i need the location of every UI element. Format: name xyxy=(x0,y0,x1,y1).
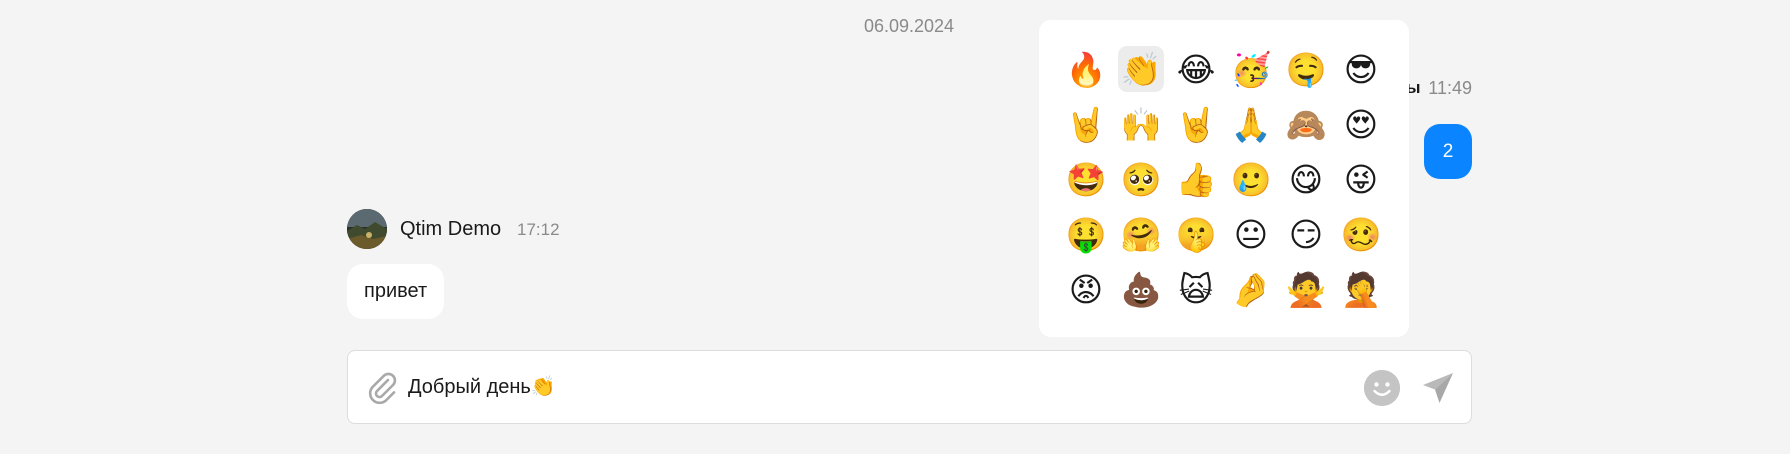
emoji-option[interactable]: 🤘 xyxy=(1063,101,1109,147)
message-author-name[interactable]: Qtim Demo xyxy=(400,218,501,241)
emoji-option[interactable]: 😜 xyxy=(1338,156,1384,202)
emoji-option[interactable]: 👍 xyxy=(1173,156,1219,202)
emoji-option[interactable]: 🤦 xyxy=(1338,266,1384,312)
emoji-option[interactable]: 😎 xyxy=(1338,46,1384,92)
paper-plane-icon[interactable] xyxy=(1420,370,1456,406)
emoji-option[interactable]: 🙈 xyxy=(1283,101,1329,147)
chat-window: 06.09.2024 ы 11:49 2 Qtim Demo 17:12 при… xyxy=(0,0,1790,454)
emoji-option[interactable]: 🔥 xyxy=(1063,46,1109,92)
emoji-option[interactable]: 😡 xyxy=(1063,266,1109,312)
emoji-option[interactable]: 🤑 xyxy=(1063,211,1109,257)
message-composer: Добрый день👏 xyxy=(347,350,1472,424)
paperclip-icon[interactable] xyxy=(366,371,398,405)
emoji-option[interactable]: 🤫 xyxy=(1173,211,1219,257)
emoji-option[interactable]: 🤘 xyxy=(1173,101,1219,147)
emoji-option[interactable]: 🤌 xyxy=(1228,266,1274,312)
emoji-option[interactable]: 💩 xyxy=(1118,266,1164,312)
emoji-option[interactable]: 🙏 xyxy=(1228,101,1274,147)
emoji-option[interactable]: 🥲 xyxy=(1228,156,1274,202)
own-message-bubble[interactable]: 2 xyxy=(1424,124,1472,179)
emoji-option[interactable]: 😐 xyxy=(1228,211,1274,257)
emoji-option[interactable]: 🙌 xyxy=(1118,101,1164,147)
emoji-option[interactable]: 👏 xyxy=(1118,46,1164,92)
smiley-icon[interactable] xyxy=(1364,370,1400,406)
emoji-option[interactable]: 😏 xyxy=(1283,211,1329,257)
emoji-option[interactable]: 🥳 xyxy=(1228,46,1274,92)
avatar[interactable] xyxy=(347,209,387,249)
emoji-option[interactable]: 🤗 xyxy=(1118,211,1164,257)
emoji-option[interactable]: 🙀 xyxy=(1173,266,1219,312)
emoji-picker: 🔥 👏 😂 🥳 🤤 😎 🤘 🙌 🤘 🙏 🙈 😍 🤩 🥺 👍 🥲 😋 😜 🤑 🤗 🤫 😐 😏 🥴 😡 💩 🙀 🤌 🙅 🤦 xyxy=(1039,20,1409,337)
emoji-option[interactable]: 🤤 xyxy=(1283,46,1329,92)
message-time: 17:12 xyxy=(517,220,560,239)
incoming-message-bubble[interactable]: привет xyxy=(347,264,445,319)
emoji-option[interactable]: 🤩 xyxy=(1063,156,1109,202)
date-separator: 06.09.2024 xyxy=(863,16,955,36)
emoji-grid: 🔥 👏 😂 🥳 🤤 😎 🤘 🙌 🤘 🙏 🙈 😍 🤩 🥺 👍 🥲 😋 😜 🤑 🤗 🤫 😐 😏 🥴 😡 💩 🙀 🤌 🙅 🤦 xyxy=(1063,46,1385,312)
emoji-option[interactable]: 😍 xyxy=(1338,101,1384,147)
own-message-time: 11:49 xyxy=(1428,78,1472,98)
emoji-option[interactable]: 🙅 xyxy=(1283,266,1329,312)
message-input[interactable]: Добрый день👏 xyxy=(408,351,1308,423)
emoji-option[interactable]: 😋 xyxy=(1283,156,1329,202)
emoji-option[interactable]: 🥴 xyxy=(1338,211,1384,257)
avatar-photo-icon xyxy=(347,209,387,249)
emoji-option[interactable]: 🥺 xyxy=(1118,156,1164,202)
emoji-option[interactable]: 😂 xyxy=(1173,46,1219,92)
